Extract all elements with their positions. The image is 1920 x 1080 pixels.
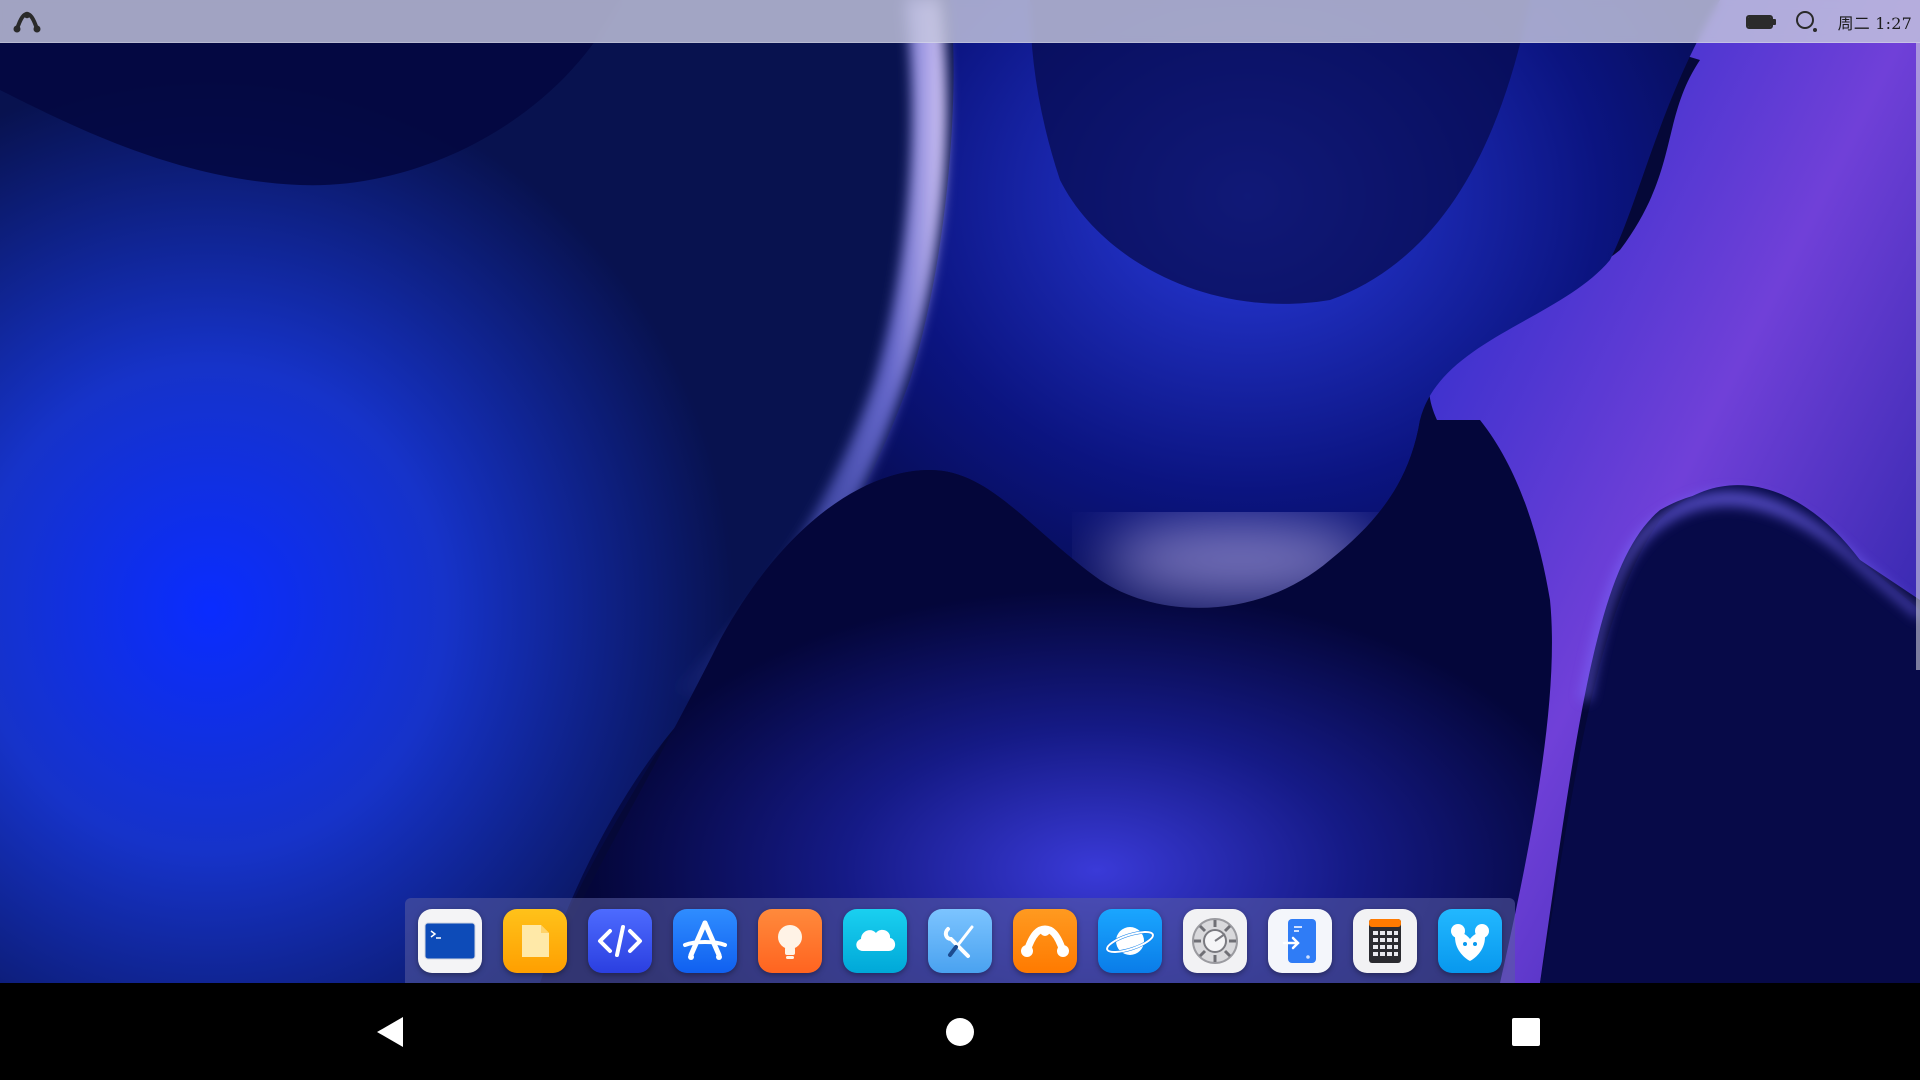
battery-icon[interactable]: [1745, 14, 1776, 29]
openkylin-logo-icon[interactable]: [12, 9, 42, 35]
lightbulb-icon[interactable]: [758, 908, 822, 973]
app-store-icon[interactable]: [673, 908, 737, 973]
planet-icon[interactable]: [1098, 908, 1162, 973]
system-tray: 周二 1:27: [1745, 0, 1912, 43]
navigation-bar: [0, 983, 1920, 1080]
top-panel: 周二 1:27: [0, 0, 1920, 43]
search-icon[interactable]: [1794, 9, 1820, 35]
terminal-icon[interactable]: [418, 908, 482, 973]
folder-icon[interactable]: [503, 908, 567, 973]
back-triangle-icon[interactable]: [330, 983, 450, 1080]
clock[interactable]: 周二 1:27: [1838, 10, 1912, 34]
code-icon[interactable]: [588, 908, 652, 973]
wallpaper-art: [0, 0, 1920, 983]
kylin-logo-icon[interactable]: [1013, 908, 1077, 973]
wallpaper: [0, 0, 1920, 983]
dock: [405, 898, 1515, 983]
cloud-icon[interactable]: [843, 908, 907, 973]
home-circle-icon[interactable]: [900, 983, 1020, 1080]
edge-scroll-indicator: [1916, 43, 1920, 670]
heart-mascot-icon[interactable]: [1438, 908, 1502, 973]
tools-icon[interactable]: [928, 908, 992, 973]
calculator-icon[interactable]: [1353, 908, 1417, 973]
phone-transfer-icon[interactable]: [1268, 908, 1332, 973]
recents-square-icon[interactable]: [1466, 983, 1586, 1080]
gear-icon[interactable]: [1183, 908, 1247, 973]
desktop-screen: 周二 1:27: [0, 0, 1920, 1080]
